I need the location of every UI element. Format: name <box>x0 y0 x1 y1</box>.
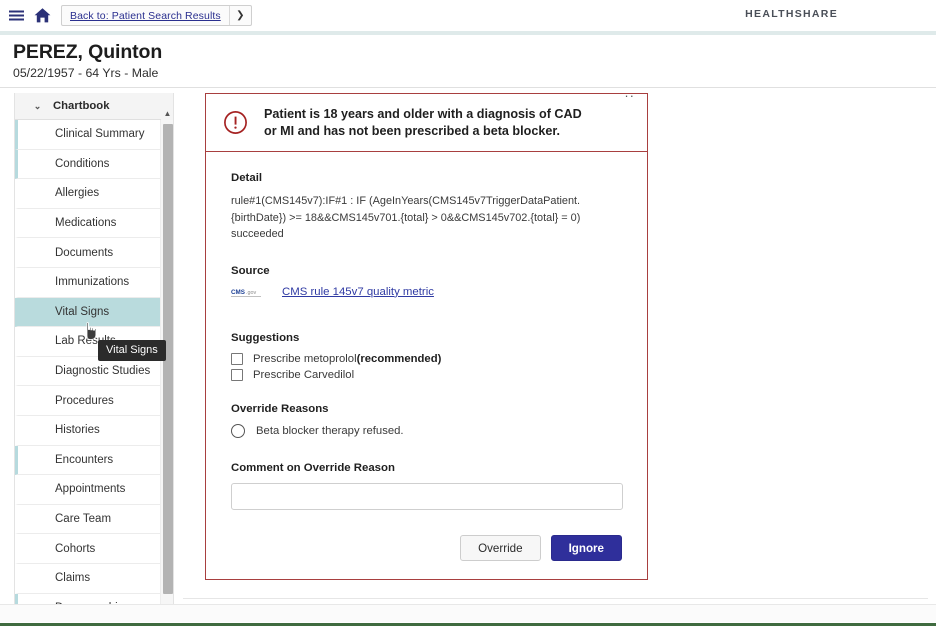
sidebar-item-label: Allergies <box>55 187 100 200</box>
sidebar-item-immunizations[interactable]: Immunizations <box>15 267 173 298</box>
suggestion-emphasis: (recommended) <box>356 352 442 365</box>
override-reasons-label: Override Reasons <box>231 402 329 415</box>
source-row: CMS .gov CMS rule 145v7 quality metric <box>231 286 623 298</box>
source-section-label: Source <box>231 264 270 277</box>
sidebar-item-appointments[interactable]: Appointments <box>15 475 173 505</box>
override-reasons-section: Override Reasons Beta blocker therapy re… <box>231 403 623 438</box>
header-icon-group <box>0 6 52 25</box>
comment-field-label: Comment on Override Reason <box>231 461 395 474</box>
sidebar-item-diagnostic-studies[interactable]: Diagnostic Studies <box>15 356 173 387</box>
sidebar-item-clinical-summary[interactable]: Clinical Summary <box>15 120 173 150</box>
suggestion-list: Prescribe metoprolol (recommended) Prescr… <box>231 352 623 381</box>
sidebar-item-label: Procedures <box>55 394 114 407</box>
sidebar-item-documents[interactable]: Documents <box>15 238 173 268</box>
suggestion-label: Prescribe Carvedilol <box>253 368 355 381</box>
cms-gov-logo: CMS .gov <box>231 286 273 298</box>
sidebar-item-cohorts[interactable]: Cohorts <box>15 534 173 564</box>
override-reason-row[interactable]: Beta blocker therapy refused. <box>231 423 623 438</box>
sidebar-item-label: Claims <box>55 572 91 585</box>
breadcrumb[interactable]: Back to: Patient Search Results ❯ <box>61 5 252 26</box>
suggestion-checkbox[interactable] <box>231 368 243 381</box>
brand-title: HEALTHSHARE <box>745 8 838 20</box>
sidebar-item-label: Diagnostic Studies <box>55 365 151 378</box>
source-link[interactable]: CMS rule 145v7 quality metric <box>282 286 434 298</box>
footer-strip <box>0 604 936 622</box>
sidebar-item-medications[interactable]: Medications <box>15 208 173 239</box>
patient-name: PEREZ, Quinton <box>13 41 163 63</box>
sidebar-item-label: Documents <box>55 246 114 259</box>
suggestion-checkbox[interactable] <box>231 352 243 365</box>
alert-card-header: Patient is 18 years and older with a dia… <box>206 94 647 152</box>
detail-rule-text: rule#1(CMS145v7):IF#1 : IF (AgeInYears(C… <box>231 195 581 240</box>
sidebar-item-label: Vital Signs <box>55 305 110 318</box>
sidebar-item-label: Clinical Summary <box>55 128 145 141</box>
close-icon[interactable]: ·· <box>624 94 635 102</box>
scroll-up-arrow-icon[interactable]: ▲ <box>161 106 173 120</box>
sidebar-item-care-team[interactable]: Care Team <box>15 504 173 535</box>
sidebar-item-procedures[interactable]: Procedures <box>15 386 173 416</box>
suggestion-row[interactable]: Prescribe Carvedilol <box>231 368 623 381</box>
sidebar-item-conditions[interactable]: Conditions <box>15 149 173 180</box>
chevron-down-icon[interactable]: ⌄ <box>31 101 44 112</box>
sidebar-item-label: Cohorts <box>55 542 96 555</box>
suggestions-section: Suggestions Prescribe metoprolol (recomm… <box>231 332 623 381</box>
breadcrumb-forward-arrow-icon[interactable]: ❯ <box>228 6 251 25</box>
sidebar-item-histories[interactable]: Histories <box>15 415 173 446</box>
sidebar-nav-list: Clinical Summary Conditions Allergies Medic… <box>15 120 173 617</box>
sidebar-item-allergies[interactable]: Allergies <box>15 179 173 209</box>
mouse-cursor-icon <box>84 322 98 340</box>
alert-card-body: Detail rule#1(CMS145v7):IF#1 : IF (AgeIn… <box>206 152 647 510</box>
sidebar-title: Chartbook <box>53 100 110 112</box>
sidebar-item-encounters[interactable]: Encounters <box>15 445 173 476</box>
override-reason-list: Beta blocker therapy refused. <box>231 423 623 438</box>
svg-text:.gov: .gov <box>246 290 256 296</box>
patient-demographics-line: 05/22/1957 - 64 Yrs - Male <box>13 66 159 80</box>
top-header: Back to: Patient Search Results ❯ HEALTH… <box>0 0 936 31</box>
sidebar-item-label: Encounters <box>55 453 114 466</box>
exclamation-circle-icon <box>223 110 248 135</box>
sidebar-item-label: Histories <box>55 424 100 437</box>
override-reason-label: Beta blocker therapy refused. <box>256 424 404 437</box>
sidebar-item-label: Medications <box>55 217 117 230</box>
comment-input[interactable] <box>231 482 623 510</box>
suggestions-section-label: Suggestions <box>231 331 300 344</box>
hamburger-menu-icon[interactable] <box>7 6 26 25</box>
svg-text:CMS: CMS <box>231 289 245 296</box>
home-icon[interactable] <box>33 6 52 25</box>
suggestion-label: Prescribe metoprolol <box>253 352 357 365</box>
override-button[interactable]: Override <box>460 535 541 561</box>
suggestion-row[interactable]: Prescribe metoprolol (recommended) <box>231 352 623 365</box>
sidebar-item-claims[interactable]: Claims <box>15 563 173 594</box>
sidebar-item-label: Immunizations <box>55 276 130 289</box>
main-content-area: Patient is 18 years and older with a dia… <box>183 93 928 599</box>
alert-title: Patient is 18 years and older with a dia… <box>264 107 582 138</box>
cds-alert-card: Patient is 18 years and older with a dia… <box>205 93 648 580</box>
sidebar-item-label: Appointments <box>55 483 126 496</box>
patient-banner: PEREZ, Quinton 05/22/1957 - 64 Yrs - Mal… <box>0 35 936 88</box>
nav-tooltip: Vital Signs <box>98 340 166 361</box>
sidebar-header[interactable]: ⌄ Chartbook <box>15 93 173 120</box>
override-reason-radio[interactable] <box>231 423 245 438</box>
alert-card-actions: Override Ignore <box>460 535 622 561</box>
sidebar-scrollbar[interactable]: ▲ <box>160 106 173 617</box>
ignore-button[interactable]: Ignore <box>550 535 622 561</box>
sidebar-item-label: Conditions <box>55 157 110 170</box>
detail-section-label: Detail <box>231 172 263 184</box>
breadcrumb-back-link[interactable]: Back to: Patient Search Results <box>62 6 229 25</box>
sidebar-item-label: Care Team <box>55 513 112 526</box>
